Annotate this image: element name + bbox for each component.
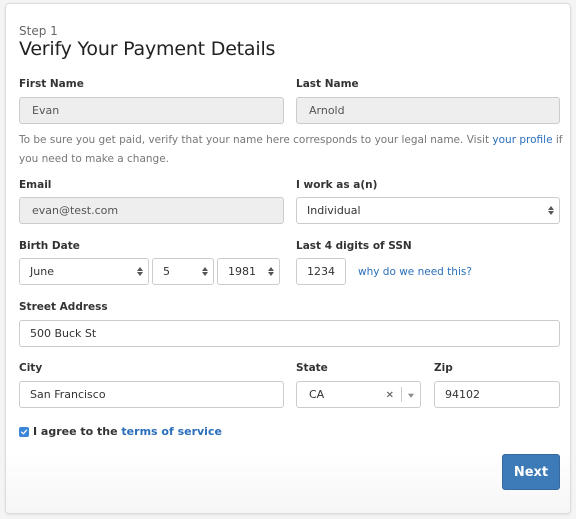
name-help-text: To be sure you get paid, verify that you… xyxy=(19,131,564,169)
zip-field[interactable]: 94102 xyxy=(434,381,560,408)
last-name-value: Arnold xyxy=(309,104,345,117)
select-arrows-icon xyxy=(137,267,143,277)
birth-date-label: Birth Date xyxy=(19,240,80,252)
work-as-value: Individual xyxy=(307,204,361,217)
select-arrows-icon xyxy=(268,267,274,277)
first-name-value: Evan xyxy=(32,104,60,117)
city-label: City xyxy=(19,362,43,374)
state-value: CA xyxy=(309,388,325,401)
terms-text: I agree to the xyxy=(33,425,122,438)
work-as-select[interactable]: Individual xyxy=(296,197,560,224)
terms-of-service-link[interactable]: terms of service xyxy=(121,425,222,438)
select-divider xyxy=(401,387,402,402)
city-value: San Francisco xyxy=(30,388,106,401)
city-field[interactable]: San Francisco xyxy=(19,381,284,408)
email-value: evan@test.com xyxy=(32,204,119,217)
birth-month-select[interactable]: June xyxy=(19,258,149,285)
step-indicator: Step 1 xyxy=(19,24,58,38)
street-value: 500 Buck St xyxy=(30,327,97,340)
state-label: State xyxy=(296,362,328,374)
chevron-down-icon[interactable] xyxy=(408,393,414,398)
name-help-before: To be sure you get paid, verify that you… xyxy=(19,134,493,146)
ssn-why-link[interactable]: why do we need this? xyxy=(358,266,472,278)
ssn-label: Last 4 digits of SSN xyxy=(296,240,412,252)
birth-day-select[interactable]: 5 xyxy=(152,258,214,285)
state-select[interactable]: CA × xyxy=(296,381,421,408)
street-label: Street Address xyxy=(19,301,108,313)
birth-day-value: 5 xyxy=(163,265,170,278)
last-name-label: Last Name xyxy=(296,78,359,90)
birth-year-value: 1981 xyxy=(228,265,256,278)
first-name-field[interactable]: Evan xyxy=(19,97,284,124)
zip-label: Zip xyxy=(434,362,453,374)
page-title: Verify Your Payment Details xyxy=(19,38,276,60)
terms-checkbox[interactable] xyxy=(19,427,29,437)
birth-year-select[interactable]: 1981 xyxy=(217,258,280,285)
checkmark-icon xyxy=(20,429,28,435)
email-label: Email xyxy=(19,179,52,191)
payment-details-card: Step 1 Verify Your Payment Details First… xyxy=(5,3,571,514)
terms-label: I agree to the terms of service xyxy=(33,425,222,438)
clear-icon[interactable]: × xyxy=(386,389,394,400)
select-arrows-icon xyxy=(202,267,208,277)
select-arrows-icon xyxy=(548,206,554,216)
ssn-field[interactable]: 1234 xyxy=(296,258,346,285)
work-as-label: I work as a(n) xyxy=(296,179,378,191)
ssn-value: 1234 xyxy=(307,265,335,278)
zip-value: 94102 xyxy=(445,388,480,401)
first-name-label: First Name xyxy=(19,78,84,90)
street-field[interactable]: 500 Buck St xyxy=(19,320,560,347)
your-profile-link[interactable]: your profile xyxy=(492,134,552,146)
next-button[interactable]: Next xyxy=(502,454,560,490)
last-name-field[interactable]: Arnold xyxy=(296,97,560,124)
birth-month-value: June xyxy=(30,265,54,278)
email-field[interactable]: evan@test.com xyxy=(19,197,284,224)
